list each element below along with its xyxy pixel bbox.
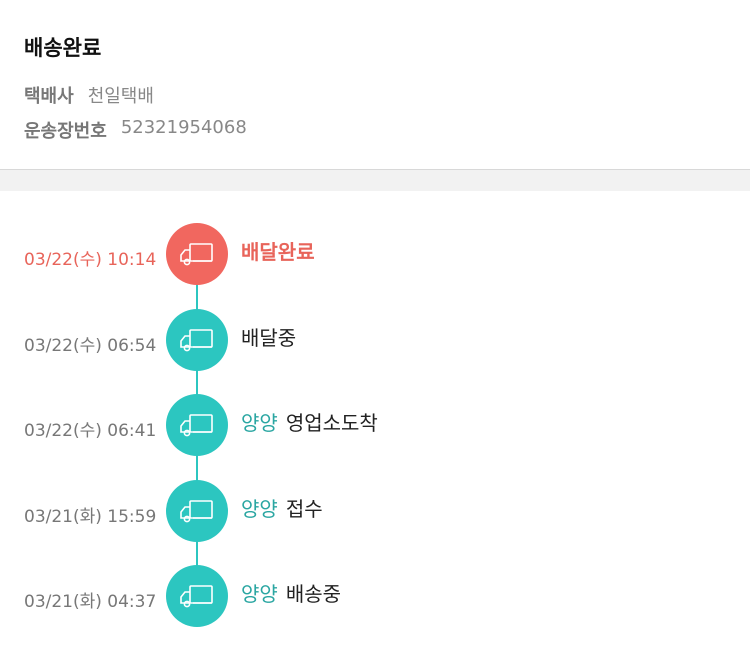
tracking-timeline: 03/22(수) 10:14 배달완료 03/22(수) 06:54 배달중 0…	[0, 191, 750, 649]
truck-icon	[180, 243, 213, 266]
event-status-text: 영업소도착	[285, 411, 378, 435]
event-marker	[166, 480, 228, 542]
event-location: 양양	[241, 411, 278, 435]
event-location: 양양	[241, 497, 278, 521]
delivery-status-title: 배송완료	[24, 36, 102, 60]
event-status-text: 배달중	[241, 326, 297, 350]
event-status: 양양 영업소도착	[241, 407, 378, 436]
courier-row: 택배사 천일택배	[24, 82, 154, 108]
event-marker	[166, 309, 228, 371]
tracking-label: 운송장번호	[24, 121, 107, 142]
event-status: 배달중	[241, 322, 296, 351]
truck-icon	[180, 500, 213, 523]
section-divider	[0, 170, 750, 191]
truck-icon	[180, 329, 213, 352]
timeline-item: 03/21(화) 04:37 양양 배송중	[0, 565, 750, 627]
event-status-text: 배달완료	[241, 240, 315, 264]
event-status-text: 배송중	[285, 582, 342, 606]
timeline-item: 03/22(수) 10:14 배달완료	[0, 223, 750, 285]
event-marker	[166, 394, 228, 456]
event-location: 양양	[241, 582, 278, 606]
truck-icon	[180, 414, 213, 437]
event-status: 양양 배송중	[241, 578, 341, 607]
delivery-header: 배송완료 택배사 천일택배 운송장번호 52321954068	[0, 0, 750, 170]
event-time: 03/21(화) 15:59	[24, 507, 157, 527]
event-time: 03/22(수) 06:54	[24, 336, 157, 356]
event-status-text: 접수	[285, 497, 323, 521]
timeline-item: 03/22(수) 06:41 양양 영업소도착	[0, 394, 750, 456]
event-time: 03/22(수) 10:14	[24, 250, 157, 270]
tracking-row: 운송장번호 52321954068	[24, 117, 247, 143]
courier-label: 택배사	[24, 86, 74, 107]
event-time: 03/21(화) 04:37	[24, 592, 157, 612]
courier-value: 천일택배	[87, 86, 154, 107]
truck-icon	[180, 585, 213, 608]
event-status: 양양 접수	[241, 493, 323, 522]
timeline-item: 03/21(화) 15:59 양양 접수	[0, 480, 750, 542]
timeline-item: 03/22(수) 06:54 배달중	[0, 309, 750, 371]
event-marker	[166, 565, 228, 627]
event-marker	[166, 223, 228, 285]
event-status: 배달완료	[241, 236, 315, 265]
event-time: 03/22(수) 06:41	[24, 421, 157, 441]
tracking-number: 52321954068	[120, 117, 247, 138]
